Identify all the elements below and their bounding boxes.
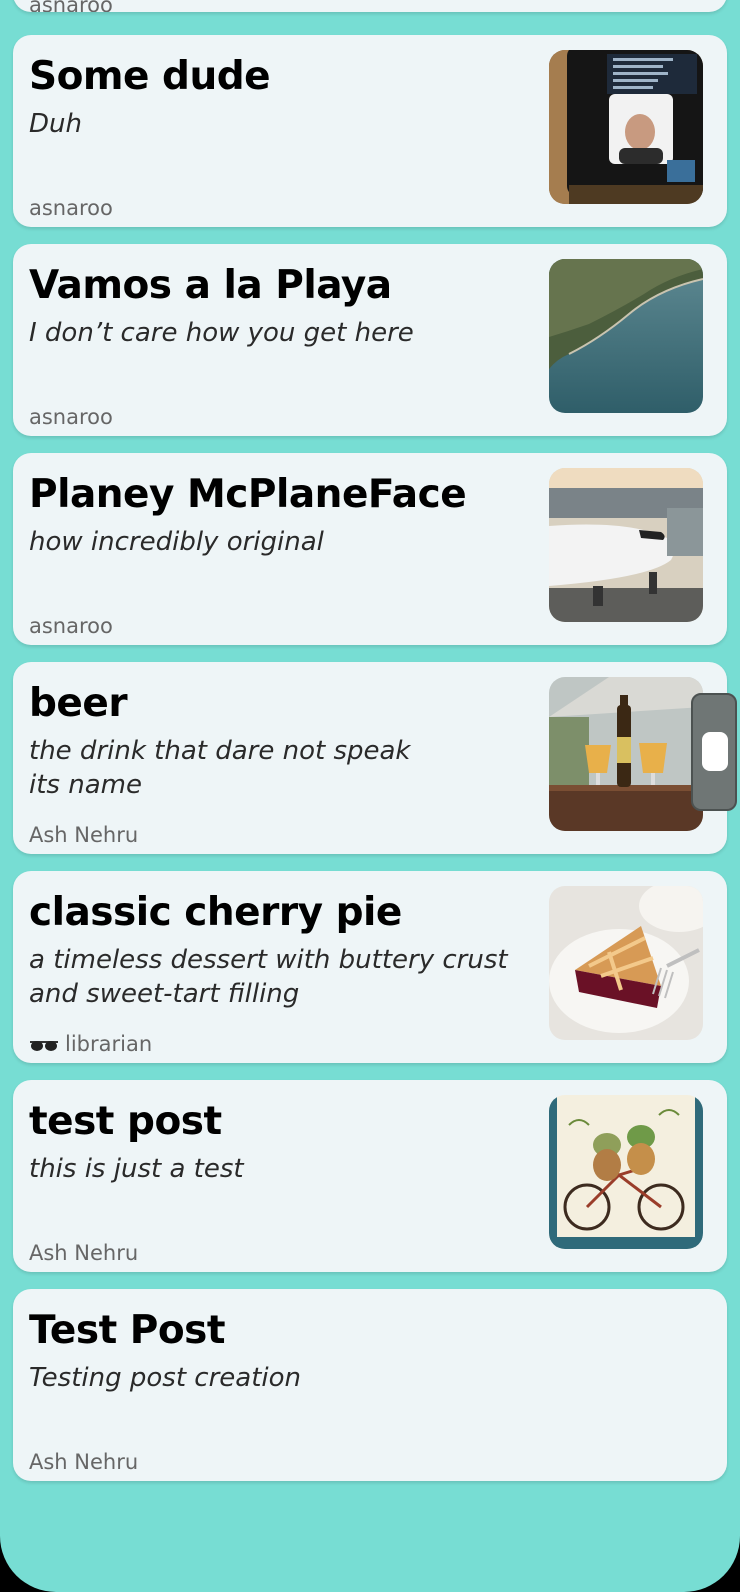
post-card[interactable]: Test Post Testing post creation Ash Nehr… [13, 1289, 727, 1481]
post-card[interactable]: Some dude Duh asnaroo [13, 35, 727, 227]
post-subtitle: a timeless dessert with buttery crust an… [29, 945, 508, 1009]
post-title: classic cherry pie [29, 890, 402, 935]
post-card[interactable]: classic cherry pie a timeless dessert wi… [13, 871, 727, 1063]
post-card[interactable]: Vamos a la Playa I don’t care how you ge… [13, 244, 727, 436]
post-subtitle: the drink that dare not speak its name [29, 736, 411, 800]
post-thumbnail[interactable] [549, 886, 703, 1040]
post-title: test post [29, 1099, 222, 1144]
post-thumbnail[interactable] [549, 50, 703, 204]
post-thumbnail[interactable] [549, 468, 703, 622]
post-card[interactable]: Planey McPlaneFace how incredibly origin… [13, 453, 727, 645]
post-author: asnaroo [29, 614, 113, 638]
post-thumbnail[interactable] [549, 677, 703, 831]
post-thumbnail[interactable] [549, 1095, 703, 1249]
glasses-icon [30, 1041, 58, 1051]
post-author: librarian [29, 1031, 152, 1057]
screen: asnaroo Some dude Duh asnaroo Vamos a la… [0, 0, 740, 1592]
post-card[interactable]: test post this is just a test Ash Nehru [13, 1080, 727, 1272]
post-author: asnaroo [29, 405, 113, 429]
post-author: asnaroo [29, 196, 113, 220]
post-title: Test Post [29, 1308, 226, 1353]
post-subtitle: how incredibly original [29, 527, 324, 557]
post-title: Vamos a la Playa [29, 263, 392, 308]
post-author: Ash Nehru [29, 1450, 139, 1474]
post-author: Ash Nehru [29, 823, 139, 847]
post-title: beer [29, 681, 128, 726]
post-card[interactable]: beer the drink that dare not speak its n… [13, 662, 727, 854]
scroll-handle[interactable] [691, 693, 737, 811]
post-subtitle: this is just a test [29, 1154, 244, 1184]
post-title: Some dude [29, 54, 271, 99]
post-author: Ash Nehru [29, 1241, 139, 1265]
post-subtitle: Duh [29, 109, 82, 139]
post-author: asnaroo [29, 0, 113, 12]
post-subtitle: I don’t care how you get here [29, 318, 414, 348]
post-thumbnail[interactable] [549, 259, 703, 413]
post-title: Planey McPlaneFace [29, 472, 467, 517]
post-author-name: librarian [65, 1032, 153, 1056]
post-card-partial[interactable]: asnaroo [13, 0, 727, 12]
post-subtitle: Testing post creation [29, 1363, 302, 1393]
scroll-knob[interactable] [702, 732, 728, 771]
